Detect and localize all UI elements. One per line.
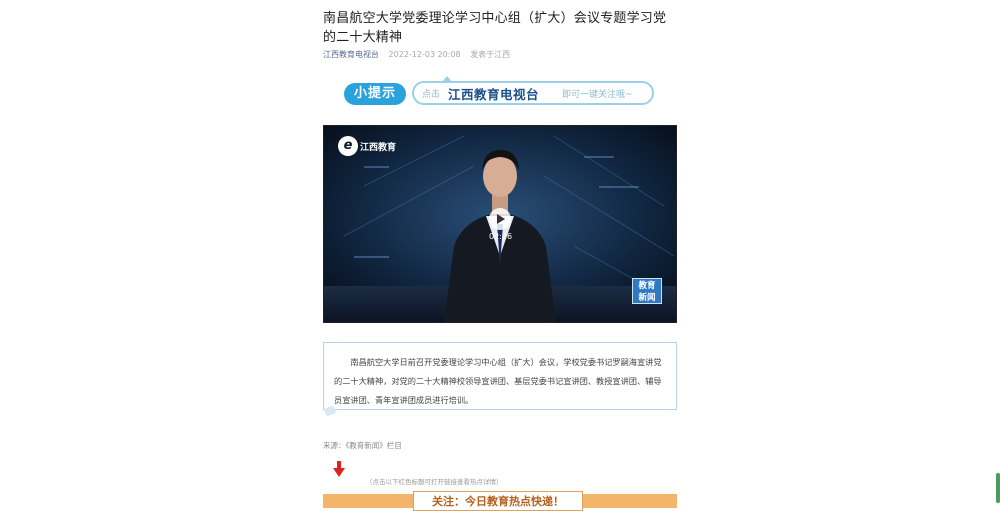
- tip-pill[interactable]: 点击 江西教育电视台 即可一键关注哦~: [412, 76, 654, 105]
- summary-corner-decoration: [323, 405, 337, 417]
- link-hint: （点击以下红色标题可打开链接查看热点详情）: [366, 478, 503, 486]
- tip-prefix: 点击: [422, 90, 441, 100]
- scrollbar-thumb[interactable]: [996, 473, 1000, 503]
- red-arrow-down-icon: [333, 461, 345, 477]
- channel-logo: e 江西教育: [338, 136, 396, 156]
- author-link[interactable]: 江西教育电视台: [323, 50, 379, 59]
- news-corner-badge: 教育 新闻: [632, 278, 662, 304]
- news-badge-line2: 新闻: [638, 293, 656, 303]
- channel-logo-mark: e: [338, 136, 358, 156]
- tip-brand[interactable]: 江西教育电视台: [448, 84, 539, 103]
- tip-suffix: 即可一键关注哦~: [562, 90, 633, 100]
- summary-text: 南昌航空大学日前召开党委理论学习中心组（扩大）会议，学校党委书记罗嗣海宣讲党的二…: [334, 357, 662, 405]
- tip-badge: 小提示: [344, 83, 406, 105]
- video-player[interactable]: e 江西教育 02:26 教育 新闻: [323, 125, 677, 323]
- source-note: 来源：《教育新闻》栏目: [323, 441, 402, 450]
- article-title: 南昌航空大学党委理论学习中心组（扩大）会议专题学习党的二十大精神: [323, 11, 667, 45]
- play-icon[interactable]: [489, 208, 511, 230]
- follow-tip-banner[interactable]: 小提示 点击 江西教育电视台 即可一键关注哦~: [344, 76, 656, 109]
- publish-datetime: 2022-12-03 20:08: [388, 50, 461, 59]
- video-duration: 02:26: [489, 232, 513, 241]
- summary-box: 南昌航空大学日前召开党委理论学习中心组（扩大）会议，学校党委书记罗嗣海宣讲党的二…: [323, 342, 677, 417]
- channel-logo-text: 江西教育: [360, 142, 397, 153]
- news-badge-line1: 教育: [638, 281, 656, 291]
- bottom-banner-label: 关注：今日教育热点快递！: [413, 491, 583, 511]
- article-meta: 江西教育电视台 2022-12-03 20:08 发表于江西: [323, 50, 510, 60]
- publish-location: 发表于江西: [470, 50, 511, 59]
